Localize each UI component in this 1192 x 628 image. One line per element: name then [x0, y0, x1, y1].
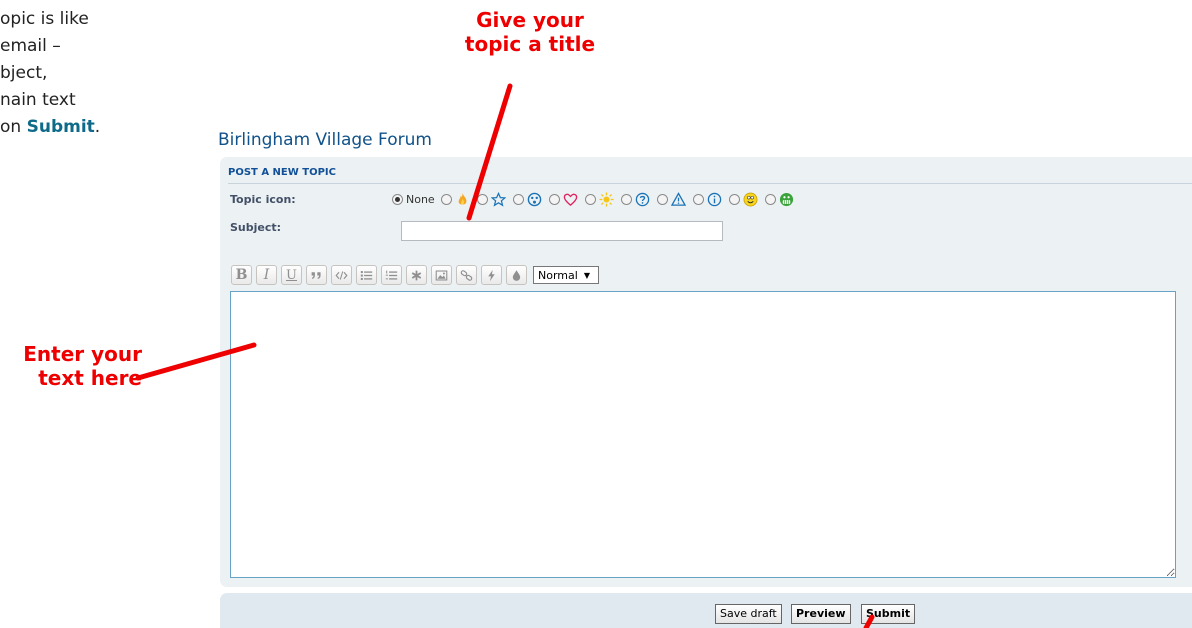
intro-line: opic is like — [0, 9, 89, 29]
subject-label: Subject: — [230, 221, 282, 234]
submit-button[interactable]: Submit — [861, 604, 916, 624]
lightning-icon — [488, 269, 495, 281]
save-draft-button[interactable]: Save draft — [715, 604, 782, 624]
title-callout: Give your topic a title — [440, 8, 620, 56]
callout-line: topic a title — [464, 32, 596, 56]
topic-icon-radio-info[interactable] — [692, 193, 704, 205]
star-icon — [491, 191, 507, 207]
topic-icon-radio-sun[interactable] — [584, 193, 596, 205]
topic-icon-radio-question[interactable] — [620, 193, 632, 205]
color-button[interactable] — [506, 265, 527, 285]
numbered-list-button[interactable] — [381, 265, 402, 285]
image-icon — [435, 270, 448, 280]
bulleted-list-icon — [360, 270, 373, 280]
font-size-select[interactable]: Normal ▼ — [533, 266, 599, 284]
topic-icon-radio-none[interactable] — [392, 193, 403, 205]
intro-submit-highlight: Submit — [26, 117, 95, 137]
flash-button[interactable] — [481, 265, 502, 285]
topic-icon-radio-heart[interactable] — [548, 193, 560, 205]
intro-text-part: . — [94, 117, 101, 137]
panel-header: POST A NEW TOPIC — [228, 165, 1192, 184]
intro-line: email – — [0, 36, 61, 56]
topic-icon-radio-smiley[interactable] — [728, 193, 740, 205]
callout-line: Enter your — [23, 342, 142, 366]
intro-line: bject, — [0, 63, 48, 83]
topic-icon-radio-fire[interactable] — [440, 193, 452, 205]
surprised-face-icon — [527, 191, 543, 207]
intro-text-part: on — [0, 117, 27, 137]
bold-button[interactable]: B — [231, 265, 252, 285]
smiley-icon — [743, 191, 759, 207]
action-bar: Save draft Preview Submit — [220, 593, 1192, 628]
quote-icon — [311, 271, 321, 279]
droplet-icon — [512, 269, 521, 281]
image-button[interactable] — [431, 265, 452, 285]
post-panel: POST A NEW TOPIC Topic icon: None Subjec… — [220, 157, 1192, 587]
link-icon — [460, 269, 473, 281]
intro-line: nain text — [0, 90, 76, 110]
question-icon — [635, 191, 651, 207]
underline-button[interactable]: U — [281, 265, 302, 285]
numbered-list-icon — [385, 270, 398, 280]
fire-icon — [455, 191, 471, 207]
italic-button[interactable]: I — [256, 265, 277, 285]
sun-icon — [599, 191, 615, 207]
topic-icon-options: None — [392, 191, 801, 207]
heart-icon — [563, 191, 579, 207]
preview-button[interactable]: Preview — [791, 604, 851, 624]
callout-line: Give your — [476, 8, 584, 32]
topic-icon-radio-warning[interactable] — [656, 193, 668, 205]
message-textarea[interactable] — [230, 291, 1176, 578]
forum-name[interactable]: Birlingham Village Forum — [218, 130, 432, 150]
callout-line: text here — [38, 366, 142, 390]
code-button[interactable] — [331, 265, 352, 285]
subject-input[interactable] — [401, 221, 723, 241]
link-button[interactable] — [456, 265, 477, 285]
list-item-button[interactable] — [406, 265, 427, 285]
bulleted-list-button[interactable] — [356, 265, 377, 285]
editor-toolbar: B I U Normal ▼ — [231, 265, 599, 285]
info-icon — [707, 191, 723, 207]
asterisk-icon — [411, 270, 422, 280]
grinning-face-icon — [779, 191, 795, 207]
topic-icon-none-label: None — [406, 192, 435, 206]
topic-icon-label: Topic icon: — [230, 193, 296, 206]
quote-button[interactable] — [306, 265, 327, 285]
topic-icon-radio-grinning[interactable] — [764, 193, 776, 205]
font-size-value: Normal — [538, 268, 578, 282]
intro-text: opic is like email – bject, nain text on… — [0, 6, 200, 141]
chevron-down-icon: ▼ — [583, 270, 590, 280]
code-icon — [335, 270, 348, 280]
warning-icon — [671, 191, 687, 207]
topic-icon-radio-star[interactable] — [476, 193, 488, 205]
topic-icon-radio-surprised[interactable] — [512, 193, 524, 205]
intro-line: on Submit. — [0, 114, 200, 141]
text-callout: Enter your text here — [0, 342, 142, 390]
